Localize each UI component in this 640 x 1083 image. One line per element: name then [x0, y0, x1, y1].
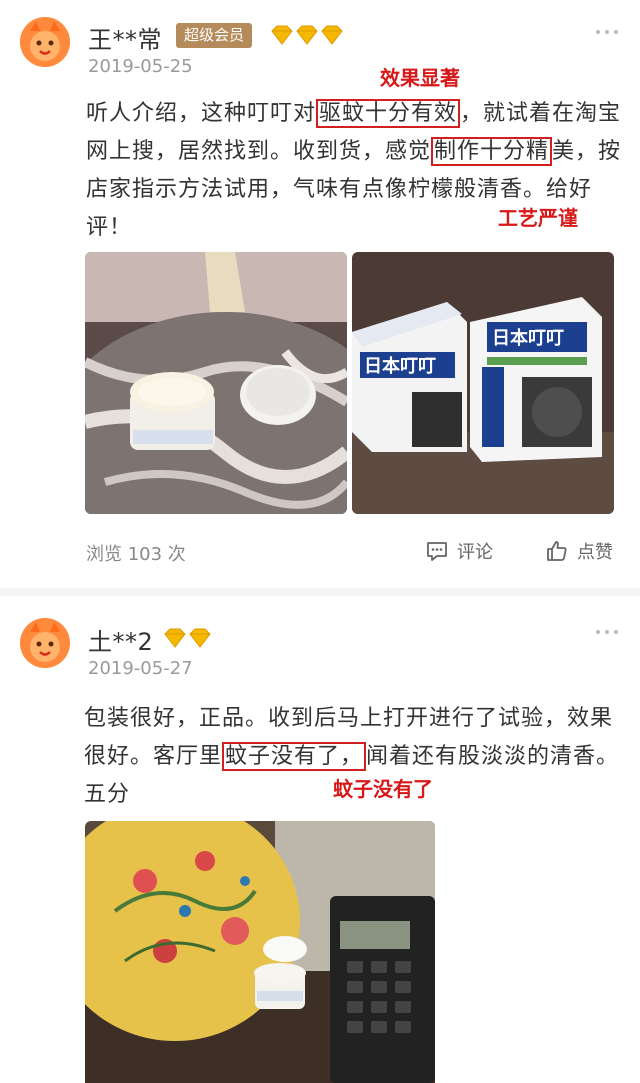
- review-card-2: 土**2 2019-05-27 包装很好，正品。收到后马上打开进行了试验，效果很…: [0, 600, 640, 1083]
- level-diamonds: [270, 25, 344, 45]
- avatar-face-icon: [20, 17, 70, 67]
- diamond-icon: [271, 25, 293, 45]
- avatar[interactable]: [20, 618, 70, 668]
- box-label-right: 日本叮叮: [492, 327, 564, 349]
- like-label: 点赞: [577, 542, 613, 563]
- review-photo-jar[interactable]: [85, 252, 347, 514]
- thumbs-up-icon: [547, 541, 567, 561]
- comment-label: 评论: [457, 542, 493, 563]
- annotation-no-mosquitoes: 蚊子没有了: [333, 777, 433, 801]
- annotation-craft: 工艺严谨: [498, 206, 578, 230]
- level-diamonds: [163, 628, 212, 648]
- view-count: 浏览 103 次: [86, 544, 186, 565]
- highlighted-phrase: 驱蚊十分有效: [316, 99, 461, 128]
- highlighted-phrase: 蚊子没有了，: [222, 742, 367, 771]
- diamond-icon: [164, 628, 186, 648]
- comment-icon: [427, 542, 447, 561]
- comment-button[interactable]: 评论: [425, 538, 493, 564]
- diamond-icon: [189, 628, 211, 648]
- annotation-effect: 效果显著: [380, 66, 460, 90]
- review-divider: [0, 588, 640, 596]
- box-label-left: 日本叮叮: [364, 355, 436, 377]
- avatar-face-icon: [20, 618, 70, 668]
- highlighted-phrase: 制作十分精: [431, 137, 553, 166]
- review-date: 2019-05-25: [88, 56, 193, 77]
- review-card-1: 王**常 超级会员 2019-05-25 效果显著 听人介绍，这种叮叮对 驱蚊十分…: [0, 0, 640, 580]
- text-part: 听人介绍，这种叮叮对: [86, 101, 317, 126]
- username[interactable]: 王**常: [88, 20, 162, 55]
- review-photo-room[interactable]: [85, 821, 435, 1083]
- review-date: 2019-05-27: [88, 658, 193, 679]
- diamond-icon: [296, 25, 318, 45]
- more-options-icon[interactable]: [596, 28, 618, 36]
- username[interactable]: 土**2: [88, 622, 153, 657]
- avatar[interactable]: [20, 17, 70, 67]
- review-photo-boxes[interactable]: 日本叮叮 日本叮叮: [352, 252, 614, 514]
- more-options-icon[interactable]: [596, 628, 618, 636]
- like-button[interactable]: 点赞: [545, 538, 613, 564]
- diamond-icon: [321, 25, 343, 45]
- vip-badge: 超级会员: [176, 23, 253, 48]
